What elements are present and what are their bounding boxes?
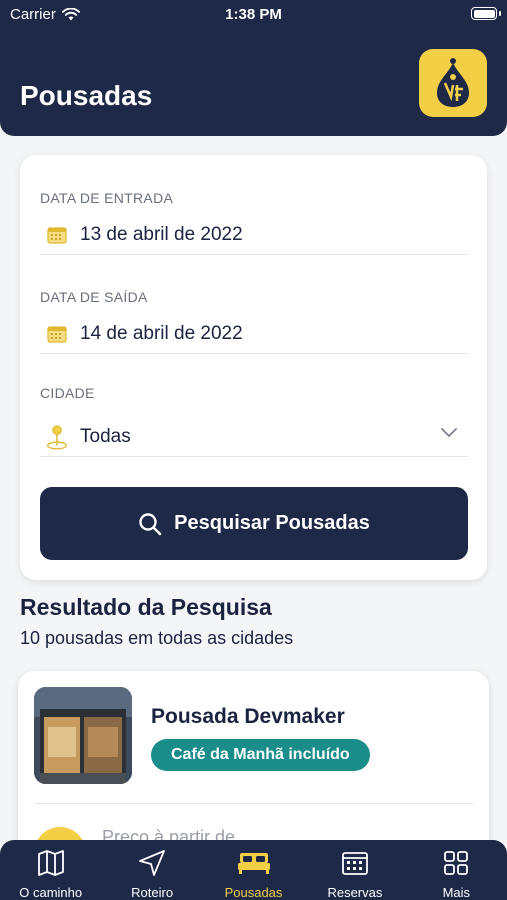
page-title: Pousadas (20, 80, 153, 111)
city-label: CIDADE (40, 385, 95, 401)
bed-icon (237, 848, 271, 877)
chevron-down-icon (441, 428, 457, 438)
tab-label: Mais (442, 885, 471, 900)
checkout-label: DATA DE SAÍDA (40, 289, 148, 305)
app-logo[interactable] (419, 49, 487, 117)
search-button[interactable]: Pesquisar Pousadas (40, 487, 468, 560)
tab-o-caminho[interactable]: O caminho (0, 840, 101, 900)
calendar-icon (46, 224, 68, 246)
navigation-icon (138, 848, 166, 877)
calendar-icon (46, 323, 68, 345)
tab-roteiro[interactable]: Roteiro (101, 840, 202, 900)
status-bar: Carrier 1:38 PM (0, 0, 507, 30)
map-icon (37, 848, 65, 877)
checkin-label: DATA DE ENTRADA (40, 190, 174, 206)
battery-icon (471, 7, 497, 20)
pousada-name: Pousada Devmaker (151, 705, 345, 728)
checkin-value: 13 de abril de 2022 (80, 223, 243, 245)
app-header: Carrier 1:38 PM Pousadas (0, 0, 507, 136)
logo-emblem-icon (437, 58, 469, 107)
tab-label: O caminho (19, 885, 83, 900)
pousada-photo (34, 687, 132, 784)
checkin-field[interactable]: 13 de abril de 2022 (40, 215, 468, 255)
search-icon (139, 512, 162, 535)
tab-label: Roteiro (131, 885, 174, 900)
tab-pousadas[interactable]: Pousadas (203, 840, 304, 900)
tab-reservas[interactable]: Reservas (304, 840, 405, 900)
pousada-card[interactable]: Pousada Devmaker Café da Manhã incluído … (18, 671, 489, 879)
calendar-icon (341, 848, 369, 877)
grid-icon (443, 848, 469, 877)
results-title: Resultado da Pesquisa (20, 594, 272, 620)
checkout-field[interactable]: 14 de abril de 2022 (40, 314, 468, 354)
tab-label: Pousadas (224, 885, 283, 900)
search-card: DATA DE ENTRADA 13 de abril de 2022 DATA… (20, 155, 487, 580)
tab-mais[interactable]: Mais (406, 840, 507, 900)
status-time: 1:38 PM (225, 6, 282, 23)
location-pin-icon (46, 424, 68, 450)
city-select[interactable]: Todas (40, 417, 468, 457)
results-count: 10 pousadas em todas as cidades (20, 628, 294, 648)
breakfast-badge: Café da Manhã incluído (151, 739, 370, 771)
city-value: Todas (80, 425, 131, 447)
tab-bar: O caminho Roteiro Pousadas Reservas Mais (0, 840, 507, 900)
card-divider (34, 803, 473, 804)
search-button-label: Pesquisar Pousadas (174, 512, 370, 534)
checkout-value: 14 de abril de 2022 (80, 322, 243, 344)
battery-tip (499, 11, 501, 16)
tab-label: Reservas (327, 885, 383, 900)
